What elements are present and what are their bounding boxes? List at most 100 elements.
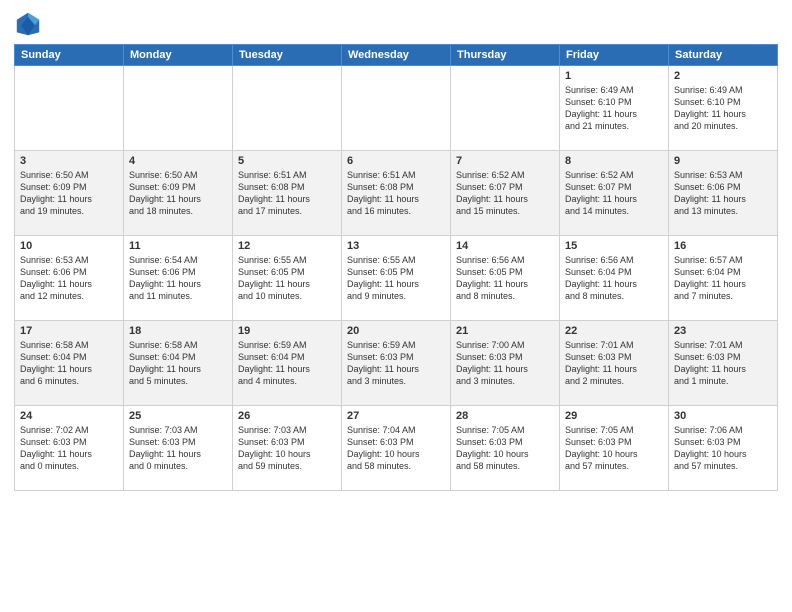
calendar-cell: 22 Sunrise: 7:01 AM Sunset: 6:03 PM Dayli… (560, 321, 669, 406)
calendar-cell: 17 Sunrise: 6:58 AM Sunset: 6:04 PM Dayli… (15, 321, 124, 406)
cell-content: Sunrise: 6:49 AM Sunset: 6:10 PM Dayligh… (674, 84, 772, 133)
calendar-cell: 12 Sunrise: 6:55 AM Sunset: 6:05 PM Dayli… (233, 236, 342, 321)
day-number: 26 (238, 410, 336, 422)
day-number: 17 (20, 325, 118, 337)
calendar-cell (15, 66, 124, 151)
cell-content: Sunrise: 6:50 AM Sunset: 6:09 PM Dayligh… (129, 169, 227, 218)
cell-content: Sunrise: 6:55 AM Sunset: 6:05 PM Dayligh… (347, 254, 445, 303)
day-number: 25 (129, 410, 227, 422)
weekday-header-tuesday: Tuesday (233, 45, 342, 66)
day-number: 14 (456, 240, 554, 252)
day-number: 18 (129, 325, 227, 337)
cell-content: Sunrise: 6:59 AM Sunset: 6:03 PM Dayligh… (347, 339, 445, 388)
cell-content: Sunrise: 6:54 AM Sunset: 6:06 PM Dayligh… (129, 254, 227, 303)
day-number: 20 (347, 325, 445, 337)
page: SundayMondayTuesdayWednesdayThursdayFrid… (0, 0, 792, 612)
calendar-cell: 4 Sunrise: 6:50 AM Sunset: 6:09 PM Daylig… (124, 151, 233, 236)
day-number: 29 (565, 410, 663, 422)
day-number: 6 (347, 155, 445, 167)
weekday-header-row: SundayMondayTuesdayWednesdayThursdayFrid… (15, 45, 778, 66)
cell-content: Sunrise: 6:55 AM Sunset: 6:05 PM Dayligh… (238, 254, 336, 303)
day-number: 3 (20, 155, 118, 167)
day-number: 1 (565, 70, 663, 82)
cell-content: Sunrise: 6:57 AM Sunset: 6:04 PM Dayligh… (674, 254, 772, 303)
week-row-2: 10 Sunrise: 6:53 AM Sunset: 6:06 PM Dayli… (15, 236, 778, 321)
cell-content: Sunrise: 7:01 AM Sunset: 6:03 PM Dayligh… (674, 339, 772, 388)
cell-content: Sunrise: 6:50 AM Sunset: 6:09 PM Dayligh… (20, 169, 118, 218)
calendar-cell: 26 Sunrise: 7:03 AM Sunset: 6:03 PM Dayli… (233, 406, 342, 491)
logo-icon (14, 10, 42, 38)
calendar-cell (451, 66, 560, 151)
day-number: 19 (238, 325, 336, 337)
cell-content: Sunrise: 6:58 AM Sunset: 6:04 PM Dayligh… (129, 339, 227, 388)
cell-content: Sunrise: 6:49 AM Sunset: 6:10 PM Dayligh… (565, 84, 663, 133)
weekday-header-wednesday: Wednesday (342, 45, 451, 66)
day-number: 15 (565, 240, 663, 252)
day-number: 23 (674, 325, 772, 337)
day-number: 13 (347, 240, 445, 252)
calendar-cell (233, 66, 342, 151)
cell-content: Sunrise: 7:01 AM Sunset: 6:03 PM Dayligh… (565, 339, 663, 388)
day-number: 2 (674, 70, 772, 82)
calendar-cell: 18 Sunrise: 6:58 AM Sunset: 6:04 PM Dayli… (124, 321, 233, 406)
day-number: 8 (565, 155, 663, 167)
cell-content: Sunrise: 6:52 AM Sunset: 6:07 PM Dayligh… (565, 169, 663, 218)
day-number: 7 (456, 155, 554, 167)
weekday-header-sunday: Sunday (15, 45, 124, 66)
cell-content: Sunrise: 6:58 AM Sunset: 6:04 PM Dayligh… (20, 339, 118, 388)
cell-content: Sunrise: 6:56 AM Sunset: 6:05 PM Dayligh… (456, 254, 554, 303)
cell-content: Sunrise: 7:00 AM Sunset: 6:03 PM Dayligh… (456, 339, 554, 388)
cell-content: Sunrise: 6:53 AM Sunset: 6:06 PM Dayligh… (674, 169, 772, 218)
calendar-cell: 19 Sunrise: 6:59 AM Sunset: 6:04 PM Dayli… (233, 321, 342, 406)
calendar-cell: 20 Sunrise: 6:59 AM Sunset: 6:03 PM Dayli… (342, 321, 451, 406)
calendar-cell: 21 Sunrise: 7:00 AM Sunset: 6:03 PM Dayli… (451, 321, 560, 406)
week-row-3: 17 Sunrise: 6:58 AM Sunset: 6:04 PM Dayli… (15, 321, 778, 406)
day-number: 16 (674, 240, 772, 252)
cell-content: Sunrise: 7:03 AM Sunset: 6:03 PM Dayligh… (238, 424, 336, 473)
calendar-cell: 1 Sunrise: 6:49 AM Sunset: 6:10 PM Daylig… (560, 66, 669, 151)
cell-content: Sunrise: 7:02 AM Sunset: 6:03 PM Dayligh… (20, 424, 118, 473)
calendar-cell: 28 Sunrise: 7:05 AM Sunset: 6:03 PM Dayli… (451, 406, 560, 491)
calendar-cell: 27 Sunrise: 7:04 AM Sunset: 6:03 PM Dayli… (342, 406, 451, 491)
calendar-cell: 6Sunrise: 6:51 AM Sunset: 6:08 PM Daylig… (342, 151, 451, 236)
header (14, 10, 778, 38)
cell-content: Sunrise: 6:59 AM Sunset: 6:04 PM Dayligh… (238, 339, 336, 388)
weekday-header-friday: Friday (560, 45, 669, 66)
calendar-cell: 16 Sunrise: 6:57 AM Sunset: 6:04 PM Dayli… (669, 236, 778, 321)
calendar-cell: 9 Sunrise: 6:53 AM Sunset: 6:06 PM Daylig… (669, 151, 778, 236)
day-number: 30 (674, 410, 772, 422)
calendar: SundayMondayTuesdayWednesdayThursdayFrid… (14, 44, 778, 491)
calendar-cell: 15 Sunrise: 6:56 AM Sunset: 6:04 PM Dayli… (560, 236, 669, 321)
cell-content: Sunrise: 7:05 AM Sunset: 6:03 PM Dayligh… (456, 424, 554, 473)
day-number: 4 (129, 155, 227, 167)
logo (14, 10, 46, 38)
calendar-cell: 3 Sunrise: 6:50 AM Sunset: 6:09 PM Daylig… (15, 151, 124, 236)
day-number: 27 (347, 410, 445, 422)
cell-content: Sunrise: 7:04 AM Sunset: 6:03 PM Dayligh… (347, 424, 445, 473)
weekday-header-saturday: Saturday (669, 45, 778, 66)
cell-content: Sunrise: 6:56 AM Sunset: 6:04 PM Dayligh… (565, 254, 663, 303)
calendar-cell: 24 Sunrise: 7:02 AM Sunset: 6:03 PM Dayli… (15, 406, 124, 491)
calendar-cell: 30Sunrise: 7:06 AM Sunset: 6:03 PM Dayli… (669, 406, 778, 491)
day-number: 9 (674, 155, 772, 167)
week-row-1: 3 Sunrise: 6:50 AM Sunset: 6:09 PM Daylig… (15, 151, 778, 236)
weekday-header-thursday: Thursday (451, 45, 560, 66)
week-row-4: 24 Sunrise: 7:02 AM Sunset: 6:03 PM Dayli… (15, 406, 778, 491)
calendar-cell: 5Sunrise: 6:51 AM Sunset: 6:08 PM Daylig… (233, 151, 342, 236)
calendar-cell: 23 Sunrise: 7:01 AM Sunset: 6:03 PM Dayli… (669, 321, 778, 406)
cell-content: Sunrise: 6:53 AM Sunset: 6:06 PM Dayligh… (20, 254, 118, 303)
calendar-cell: 13 Sunrise: 6:55 AM Sunset: 6:05 PM Dayli… (342, 236, 451, 321)
day-number: 10 (20, 240, 118, 252)
day-number: 5 (238, 155, 336, 167)
day-number: 24 (20, 410, 118, 422)
day-number: 11 (129, 240, 227, 252)
calendar-cell: 8 Sunrise: 6:52 AM Sunset: 6:07 PM Daylig… (560, 151, 669, 236)
day-number: 28 (456, 410, 554, 422)
day-number: 22 (565, 325, 663, 337)
calendar-cell: 2 Sunrise: 6:49 AM Sunset: 6:10 PM Daylig… (669, 66, 778, 151)
week-row-0: 1 Sunrise: 6:49 AM Sunset: 6:10 PM Daylig… (15, 66, 778, 151)
day-number: 12 (238, 240, 336, 252)
calendar-cell: 29Sunrise: 7:05 AM Sunset: 6:03 PM Dayli… (560, 406, 669, 491)
day-number: 21 (456, 325, 554, 337)
calendar-cell: 14 Sunrise: 6:56 AM Sunset: 6:05 PM Dayli… (451, 236, 560, 321)
